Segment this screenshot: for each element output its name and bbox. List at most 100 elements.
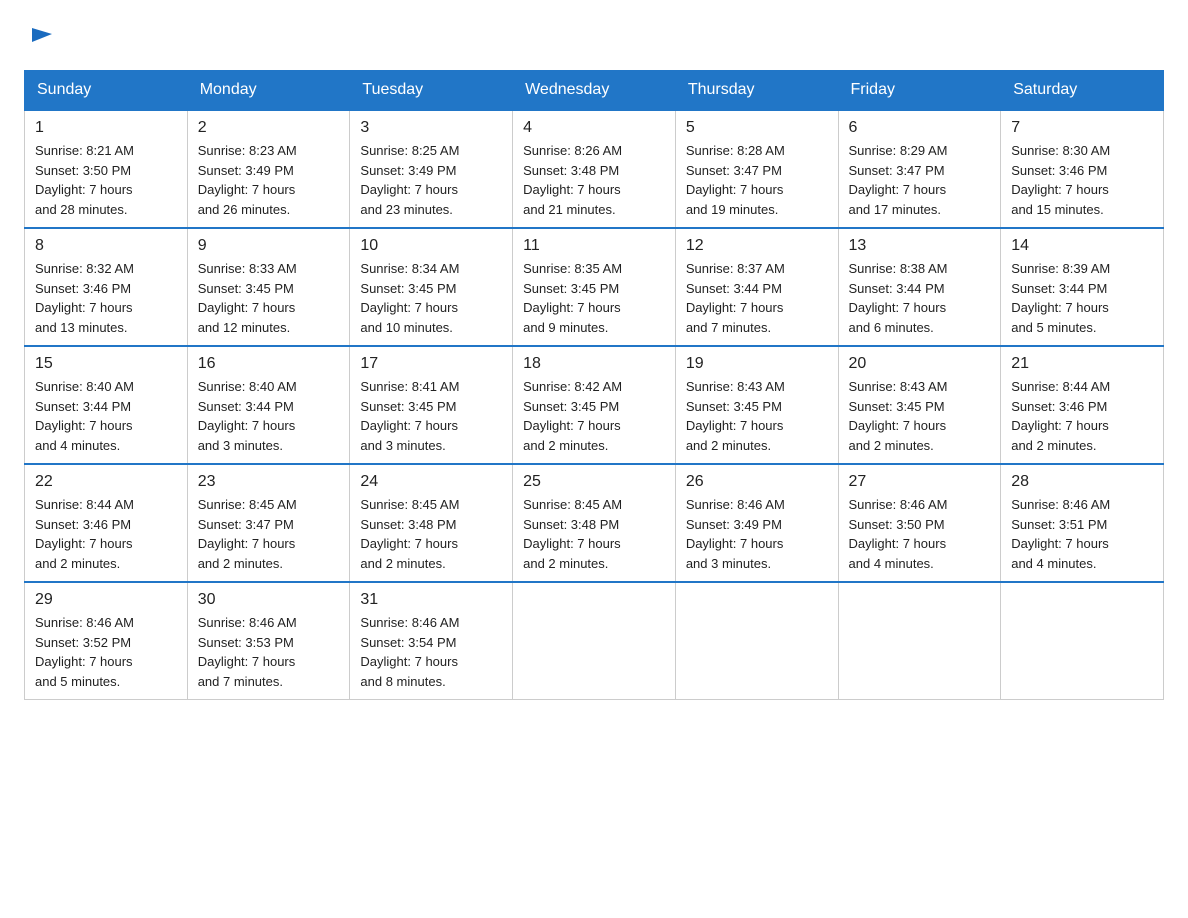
day-info: Sunrise: 8:21 AMSunset: 3:50 PMDaylight:…: [35, 143, 134, 217]
calendar-day-cell: 2 Sunrise: 8:23 AMSunset: 3:49 PMDayligh…: [187, 110, 350, 228]
calendar-day-cell: 20 Sunrise: 8:43 AMSunset: 3:45 PMDaylig…: [838, 346, 1001, 464]
calendar-day-cell: 16 Sunrise: 8:40 AMSunset: 3:44 PMDaylig…: [187, 346, 350, 464]
logo-flag-icon: [26, 24, 54, 52]
day-info: Sunrise: 8:46 AMSunset: 3:54 PMDaylight:…: [360, 615, 459, 689]
day-number: 18: [523, 355, 665, 373]
calendar-week-row: 8 Sunrise: 8:32 AMSunset: 3:46 PMDayligh…: [25, 228, 1164, 346]
day-number: 14: [1011, 237, 1153, 255]
day-info: Sunrise: 8:41 AMSunset: 3:45 PMDaylight:…: [360, 379, 459, 453]
day-info: Sunrise: 8:45 AMSunset: 3:48 PMDaylight:…: [360, 497, 459, 571]
calendar-day-cell: 6 Sunrise: 8:29 AMSunset: 3:47 PMDayligh…: [838, 110, 1001, 228]
day-number: 22: [35, 473, 177, 491]
calendar-day-cell: 25 Sunrise: 8:45 AMSunset: 3:48 PMDaylig…: [513, 464, 676, 582]
day-info: Sunrise: 8:46 AMSunset: 3:53 PMDaylight:…: [198, 615, 297, 689]
calendar-day-cell: 12 Sunrise: 8:37 AMSunset: 3:44 PMDaylig…: [675, 228, 838, 346]
day-info: Sunrise: 8:40 AMSunset: 3:44 PMDaylight:…: [198, 379, 297, 453]
day-number: 23: [198, 473, 340, 491]
day-info: Sunrise: 8:29 AMSunset: 3:47 PMDaylight:…: [849, 143, 948, 217]
day-info: Sunrise: 8:40 AMSunset: 3:44 PMDaylight:…: [35, 379, 134, 453]
calendar-day-cell: 11 Sunrise: 8:35 AMSunset: 3:45 PMDaylig…: [513, 228, 676, 346]
calendar-empty-cell: [675, 582, 838, 700]
day-info: Sunrise: 8:28 AMSunset: 3:47 PMDaylight:…: [686, 143, 785, 217]
day-number: 4: [523, 119, 665, 137]
day-info: Sunrise: 8:32 AMSunset: 3:46 PMDaylight:…: [35, 261, 134, 335]
weekday-header-saturday: Saturday: [1001, 71, 1164, 111]
day-number: 10: [360, 237, 502, 255]
calendar-day-cell: 24 Sunrise: 8:45 AMSunset: 3:48 PMDaylig…: [350, 464, 513, 582]
day-info: Sunrise: 8:25 AMSunset: 3:49 PMDaylight:…: [360, 143, 459, 217]
calendar-empty-cell: [838, 582, 1001, 700]
calendar-table: SundayMondayTuesdayWednesdayThursdayFrid…: [24, 70, 1164, 700]
day-number: 13: [849, 237, 991, 255]
calendar-day-cell: 28 Sunrise: 8:46 AMSunset: 3:51 PMDaylig…: [1001, 464, 1164, 582]
day-info: Sunrise: 8:33 AMSunset: 3:45 PMDaylight:…: [198, 261, 297, 335]
day-info: Sunrise: 8:46 AMSunset: 3:52 PMDaylight:…: [35, 615, 134, 689]
day-number: 31: [360, 591, 502, 609]
day-info: Sunrise: 8:45 AMSunset: 3:47 PMDaylight:…: [198, 497, 297, 571]
day-number: 17: [360, 355, 502, 373]
day-number: 12: [686, 237, 828, 255]
weekday-header-thursday: Thursday: [675, 71, 838, 111]
weekday-header-monday: Monday: [187, 71, 350, 111]
day-number: 15: [35, 355, 177, 373]
day-number: 25: [523, 473, 665, 491]
day-info: Sunrise: 8:26 AMSunset: 3:48 PMDaylight:…: [523, 143, 622, 217]
calendar-day-cell: 7 Sunrise: 8:30 AMSunset: 3:46 PMDayligh…: [1001, 110, 1164, 228]
calendar-week-row: 15 Sunrise: 8:40 AMSunset: 3:44 PMDaylig…: [25, 346, 1164, 464]
calendar-day-cell: 13 Sunrise: 8:38 AMSunset: 3:44 PMDaylig…: [838, 228, 1001, 346]
day-number: 27: [849, 473, 991, 491]
day-number: 19: [686, 355, 828, 373]
weekday-header-sunday: Sunday: [25, 71, 188, 111]
calendar-day-cell: 30 Sunrise: 8:46 AMSunset: 3:53 PMDaylig…: [187, 582, 350, 700]
day-info: Sunrise: 8:30 AMSunset: 3:46 PMDaylight:…: [1011, 143, 1110, 217]
day-number: 30: [198, 591, 340, 609]
calendar-day-cell: 29 Sunrise: 8:46 AMSunset: 3:52 PMDaylig…: [25, 582, 188, 700]
page-header: [24, 24, 1164, 52]
day-info: Sunrise: 8:39 AMSunset: 3:44 PMDaylight:…: [1011, 261, 1110, 335]
day-number: 29: [35, 591, 177, 609]
calendar-day-cell: 15 Sunrise: 8:40 AMSunset: 3:44 PMDaylig…: [25, 346, 188, 464]
day-info: Sunrise: 8:34 AMSunset: 3:45 PMDaylight:…: [360, 261, 459, 335]
day-info: Sunrise: 8:44 AMSunset: 3:46 PMDaylight:…: [1011, 379, 1110, 453]
day-number: 5: [686, 119, 828, 137]
calendar-week-row: 22 Sunrise: 8:44 AMSunset: 3:46 PMDaylig…: [25, 464, 1164, 582]
calendar-day-cell: 14 Sunrise: 8:39 AMSunset: 3:44 PMDaylig…: [1001, 228, 1164, 346]
day-info: Sunrise: 8:38 AMSunset: 3:44 PMDaylight:…: [849, 261, 948, 335]
day-number: 24: [360, 473, 502, 491]
day-number: 7: [1011, 119, 1153, 137]
day-info: Sunrise: 8:46 AMSunset: 3:49 PMDaylight:…: [686, 497, 785, 571]
weekday-header-tuesday: Tuesday: [350, 71, 513, 111]
calendar-day-cell: 27 Sunrise: 8:46 AMSunset: 3:50 PMDaylig…: [838, 464, 1001, 582]
weekday-header-wednesday: Wednesday: [513, 71, 676, 111]
calendar-day-cell: 5 Sunrise: 8:28 AMSunset: 3:47 PMDayligh…: [675, 110, 838, 228]
calendar-day-cell: 9 Sunrise: 8:33 AMSunset: 3:45 PMDayligh…: [187, 228, 350, 346]
day-info: Sunrise: 8:43 AMSunset: 3:45 PMDaylight:…: [686, 379, 785, 453]
day-number: 20: [849, 355, 991, 373]
calendar-day-cell: 19 Sunrise: 8:43 AMSunset: 3:45 PMDaylig…: [675, 346, 838, 464]
calendar-day-cell: 26 Sunrise: 8:46 AMSunset: 3:49 PMDaylig…: [675, 464, 838, 582]
day-info: Sunrise: 8:43 AMSunset: 3:45 PMDaylight:…: [849, 379, 948, 453]
day-number: 8: [35, 237, 177, 255]
calendar-day-cell: 31 Sunrise: 8:46 AMSunset: 3:54 PMDaylig…: [350, 582, 513, 700]
day-info: Sunrise: 8:42 AMSunset: 3:45 PMDaylight:…: [523, 379, 622, 453]
calendar-empty-cell: [513, 582, 676, 700]
day-info: Sunrise: 8:35 AMSunset: 3:45 PMDaylight:…: [523, 261, 622, 335]
calendar-day-cell: 22 Sunrise: 8:44 AMSunset: 3:46 PMDaylig…: [25, 464, 188, 582]
logo: [24, 24, 54, 52]
calendar-day-cell: 8 Sunrise: 8:32 AMSunset: 3:46 PMDayligh…: [25, 228, 188, 346]
day-info: Sunrise: 8:46 AMSunset: 3:50 PMDaylight:…: [849, 497, 948, 571]
day-info: Sunrise: 8:37 AMSunset: 3:44 PMDaylight:…: [686, 261, 785, 335]
calendar-week-row: 29 Sunrise: 8:46 AMSunset: 3:52 PMDaylig…: [25, 582, 1164, 700]
calendar-empty-cell: [1001, 582, 1164, 700]
calendar-day-cell: 17 Sunrise: 8:41 AMSunset: 3:45 PMDaylig…: [350, 346, 513, 464]
day-number: 16: [198, 355, 340, 373]
day-number: 28: [1011, 473, 1153, 491]
calendar-day-cell: 18 Sunrise: 8:42 AMSunset: 3:45 PMDaylig…: [513, 346, 676, 464]
day-number: 6: [849, 119, 991, 137]
calendar-day-cell: 21 Sunrise: 8:44 AMSunset: 3:46 PMDaylig…: [1001, 346, 1164, 464]
calendar-header-row: SundayMondayTuesdayWednesdayThursdayFrid…: [25, 71, 1164, 111]
day-info: Sunrise: 8:46 AMSunset: 3:51 PMDaylight:…: [1011, 497, 1110, 571]
day-number: 11: [523, 237, 665, 255]
day-number: 26: [686, 473, 828, 491]
calendar-week-row: 1 Sunrise: 8:21 AMSunset: 3:50 PMDayligh…: [25, 110, 1164, 228]
